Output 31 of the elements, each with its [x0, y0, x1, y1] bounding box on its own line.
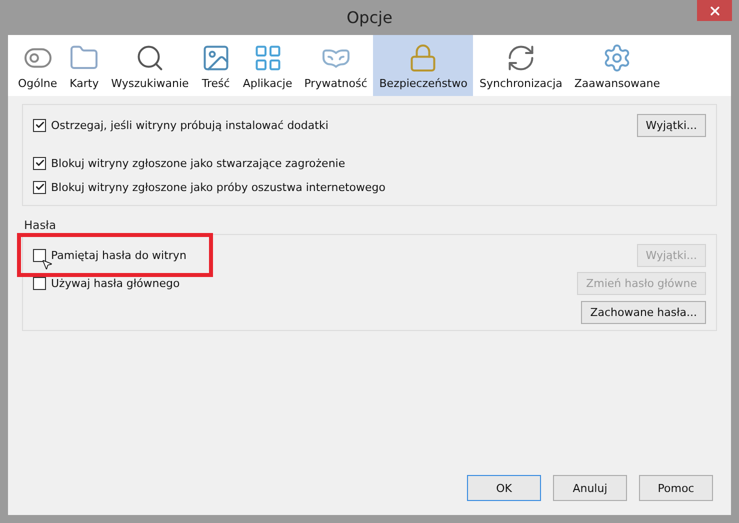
checkbox[interactable]: Blokuj witryny zgłoszone jako próby oszustwa internetowego	[33, 180, 386, 194]
search-icon	[134, 43, 165, 73]
dialog-button[interactable]: Pomoc	[639, 475, 713, 501]
group-title: Hasła	[24, 218, 58, 232]
check-icon	[34, 120, 44, 130]
checkbox[interactable]: Pamiętaj hasła do witryn	[33, 248, 186, 262]
check-icon	[34, 158, 44, 168]
close-button[interactable]	[697, 0, 732, 21]
saved-passwords-button[interactable]: Zachowane hasła...	[581, 301, 706, 324]
tab[interactable]: Prywatność	[298, 35, 374, 96]
dialog-button[interactable]: Anuluj	[553, 475, 627, 501]
checkbox[interactable]: Blokuj witryny zgłoszone jako stwarzające zagrożenie	[33, 156, 346, 170]
mouse-cursor-icon	[41, 258, 53, 272]
close-icon	[708, 4, 722, 18]
checkbox[interactable]: Ostrzegaj, jeśli witryny próbują instalować dodatki	[33, 118, 328, 132]
tab[interactable]: Ogólne	[12, 35, 64, 96]
tab[interactable]: Aplikacje	[236, 35, 298, 96]
tab[interactable]: Karty	[63, 35, 106, 96]
check-icon	[34, 182, 44, 192]
tab[interactable]: Treść	[194, 35, 237, 96]
window-title: Opcje	[346, 8, 392, 27]
tab[interactable]: Bezpieczeństwo	[373, 35, 474, 96]
grid-icon	[252, 43, 283, 73]
lock-icon	[408, 43, 438, 73]
tab[interactable]: Synchronizacja	[473, 35, 568, 96]
dialog-button[interactable]: OK	[467, 475, 541, 501]
checkbox[interactable]: Używaj hasła głównego	[33, 276, 180, 290]
tab[interactable]: Wyszukiwanie	[105, 35, 195, 96]
tab[interactable]: Zaawansowane	[568, 35, 666, 96]
image-icon	[200, 43, 231, 73]
exceptions-button[interactable]: Wyjątki...	[636, 114, 706, 136]
